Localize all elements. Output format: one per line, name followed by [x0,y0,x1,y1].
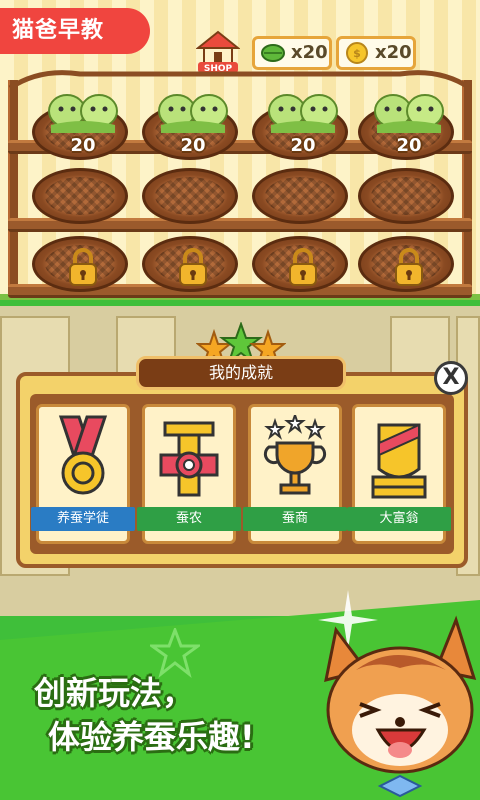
empty-basket[interactable] [252,168,348,224]
silkworm-count: 20 [290,135,316,156]
shelf-post [462,80,472,295]
coin-count: x20 [375,42,412,63]
locked-basket[interactable] [252,236,348,292]
silkworm-basket[interactable]: 20 [252,94,348,160]
lock-icon [69,248,97,286]
silkworm-shelf-area: 猫爸早教 SHOP x20 $ x20 20 20 20 20 [0,0,480,300]
coin-icon: $ [346,42,368,64]
shelf-post [8,80,18,295]
cross-badge-icon [159,421,219,497]
lock-icon [395,248,423,286]
medal-icon [58,415,108,495]
silkworm-count: 20 [396,135,422,156]
achievement-label: 大富翁 [347,507,451,531]
silkworm-icon [374,94,444,133]
achievements-title: 我的成就 [136,356,346,390]
empty-basket[interactable] [358,168,454,224]
empty-basket[interactable] [142,168,238,224]
leaf-icon [261,44,285,62]
shield-icon [371,423,427,499]
achievement-label: 蚕农 [137,507,241,531]
locked-basket[interactable] [142,236,238,292]
achievement-card-farmer[interactable]: 蚕农 [137,404,241,544]
locked-basket[interactable] [32,236,128,292]
achievement-label: 蚕商 [243,507,347,531]
locked-basket[interactable] [358,236,454,292]
silkworm-count: 20 [180,135,206,156]
svg-text:$: $ [353,47,361,60]
achievement-label: 养蚕学徒 [31,507,135,531]
empty-basket[interactable] [32,168,128,224]
brand-badge: 猫爸早教 [0,8,150,54]
lock-icon [289,248,317,286]
lock-icon [179,248,207,286]
close-button[interactable]: X [434,361,468,395]
achievement-card-merchant[interactable]: 蚕商 [243,404,347,544]
silkworm-basket[interactable]: 20 [142,94,238,160]
slogan-line1: 创新玩法， [34,674,195,712]
silkworm-icon [268,94,338,133]
achievement-card-tycoon[interactable]: 大富翁 [347,404,451,544]
fox-mascot-icon [324,615,477,798]
silkworm-basket[interactable]: 20 [32,94,128,160]
achievement-card-apprentice[interactable]: 养蚕学徒 [31,404,135,544]
trophy-icon [263,415,327,495]
silkworm-icon [48,94,118,133]
silkworm-basket[interactable]: 20 [358,94,454,160]
leaf-count: x20 [291,42,328,63]
silkworm-icon [158,94,228,133]
silkworm-count: 20 [70,135,96,156]
slogan-line2: 体验养蚕乐趣! [48,718,255,756]
